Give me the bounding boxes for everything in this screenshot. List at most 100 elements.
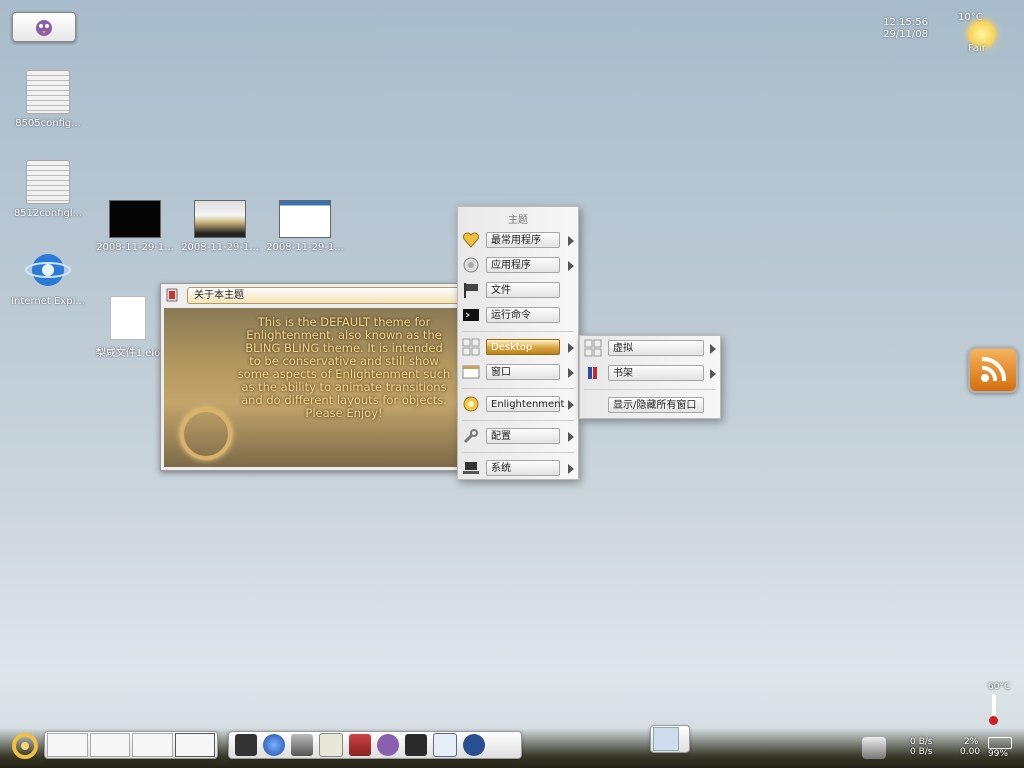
cpu-percent: 2% [964, 737, 979, 747]
menu-item-applications[interactable]: 应用程序 [458, 253, 578, 278]
battery-monitor[interactable]: 99% [988, 737, 1012, 759]
launcher-fish-icon[interactable] [463, 734, 485, 756]
enlightenment-icon [463, 396, 479, 412]
chevron-right-icon [568, 343, 574, 353]
submenu-item-show-hide-windows[interactable]: 显示/隐藏所有窗口 [580, 393, 720, 418]
icon-label: 2008-11-29-1... [266, 242, 344, 253]
desktop-grid-icon [584, 339, 602, 357]
menu-item-favorites[interactable]: 最常用程序 [458, 228, 578, 253]
document-icon [26, 70, 70, 114]
rss-icon [981, 356, 1007, 382]
launcher-editor-icon[interactable] [319, 733, 343, 757]
laptop-icon [463, 462, 479, 474]
icon-label: Internet Expl... [11, 296, 85, 307]
desktop-pager[interactable] [44, 731, 218, 759]
desktop-icon-config2[interactable]: 8512configl... [8, 160, 88, 219]
rss-feed-button[interactable] [968, 347, 1018, 393]
wrench-icon [463, 429, 478, 444]
menu-item-system[interactable]: 系统 [458, 456, 578, 481]
weather-gadget[interactable]: 10°C Fair [958, 12, 1004, 54]
desktop-icon-screenshot3[interactable]: 2008-11-29-1... [265, 200, 345, 253]
cpu-monitor[interactable]: 2% 0.00 [950, 737, 980, 757]
submenu-item-shelves[interactable]: 书架 [580, 361, 720, 386]
window-title[interactable]: 关于本主题 [187, 287, 471, 304]
pager-desk-2[interactable] [89, 733, 130, 757]
gear-icon [463, 257, 479, 273]
icon-label: 梨咸文件1.eio [95, 348, 161, 359]
chevron-right-icon [568, 432, 574, 442]
temperature-gadget[interactable]: 60°C [988, 682, 1010, 725]
menu-item-files[interactable]: 文件 [458, 278, 578, 303]
flag-icon [464, 283, 478, 298]
menu-separator [462, 331, 574, 332]
menu-item-desktop[interactable]: Desktop [458, 335, 578, 360]
chevron-right-icon [568, 464, 574, 474]
launcher-pidgin-icon[interactable] [377, 734, 399, 756]
icon-label: 2008-11-29-1... [96, 242, 174, 253]
battery-icon [988, 737, 1012, 749]
chevron-right-icon [568, 400, 574, 410]
pidgin-icon [36, 20, 52, 36]
chevron-right-icon [568, 261, 574, 271]
menu-item-run-command[interactable]: 运行命令 [458, 303, 578, 328]
clock-gadget[interactable]: 12:15:56 29/11/08 [883, 17, 928, 41]
menu-item-settings[interactable]: 配置 [458, 424, 578, 449]
main-menu: 主题 最常用程序 应用程序 文件 运行命令 Desktop 窗口 Enlight… [457, 206, 579, 480]
network-monitor[interactable]: 0 B/s 0 B/s [910, 737, 932, 757]
desktop-submenu: 虚拟 书架 显示/隐藏所有窗口 [579, 335, 721, 419]
window-icon [462, 365, 480, 379]
about-theme-window[interactable]: 关于本主题 This is the DEFAULT theme for Enli… [160, 283, 472, 471]
globe-icon [25, 254, 71, 286]
window-thumb[interactable] [653, 727, 679, 751]
launcher-tool-icon[interactable] [349, 734, 371, 756]
clock-time: 12:15:56 [883, 17, 928, 28]
desktop-icon-file[interactable]: 梨咸文件1.eio [88, 296, 168, 359]
menu-separator [584, 389, 716, 390]
net-out: 0 B/s [910, 747, 933, 757]
thumbnail-image [194, 200, 246, 238]
desktop-icon-config1[interactable]: 8505config... [8, 70, 88, 129]
menu-item-windows[interactable]: 窗口 [458, 360, 578, 385]
temperature-value: 60°C [988, 682, 1011, 692]
thermometer-bulb [989, 716, 998, 725]
desktop-icon-screenshot2[interactable]: 2008-11-29-1... [180, 200, 260, 253]
thumbnail-image [109, 200, 161, 238]
launcher-browser-icon[interactable] [263, 734, 285, 756]
chevron-right-icon [568, 368, 574, 378]
pager-desk-3[interactable] [132, 733, 173, 757]
blank-file-icon [110, 296, 146, 340]
menu-item-enlightenment[interactable]: Enlightenment [458, 392, 578, 417]
clock-date: 29/11/08 [883, 29, 928, 40]
weather-condition: Fair [968, 43, 986, 54]
heart-icon [463, 232, 479, 248]
menu-separator [462, 452, 574, 453]
theme-preview: This is the DEFAULT theme for Enlightenm… [164, 308, 471, 467]
icon-label: 8505config... [15, 118, 81, 129]
document-icon [26, 160, 70, 204]
start-menu-button[interactable] [10, 732, 40, 760]
desktop-grid-icon [462, 338, 480, 356]
theme-description: This is the DEFAULT theme for Enlightenm… [237, 315, 451, 420]
battery-value: 99% [988, 749, 1009, 759]
camera-icon[interactable] [862, 737, 886, 759]
launcher-media-icon[interactable] [405, 734, 427, 756]
pager-desk-4[interactable] [174, 733, 215, 757]
desktop-icon-internet-explorer[interactable]: Internet Expl... [8, 250, 88, 307]
chevron-right-icon [710, 369, 716, 379]
enlightenment-icon [12, 733, 38, 759]
icon-label: 8512configl... [13, 208, 83, 219]
enlightenment-logo-icon [180, 408, 232, 460]
window-list[interactable] [650, 725, 690, 753]
submenu-item-virtual[interactable]: 虚拟 [580, 336, 720, 361]
launcher-player-icon[interactable] [433, 733, 457, 757]
desktop-icon-screenshot1[interactable]: 2008-11-29-1... [95, 200, 175, 253]
chevron-right-icon [710, 344, 716, 354]
icon-label: 2008-11-29-1... [181, 242, 259, 253]
menu-separator [462, 388, 574, 389]
launcher-gimp-icon[interactable] [291, 734, 313, 756]
thumbnail-image [279, 200, 331, 238]
top-launcher-button[interactable] [12, 12, 76, 42]
launcher-terminal-icon[interactable] [235, 734, 257, 756]
pager-desk-1[interactable] [47, 733, 88, 757]
menu-title: 主题 [508, 215, 528, 226]
